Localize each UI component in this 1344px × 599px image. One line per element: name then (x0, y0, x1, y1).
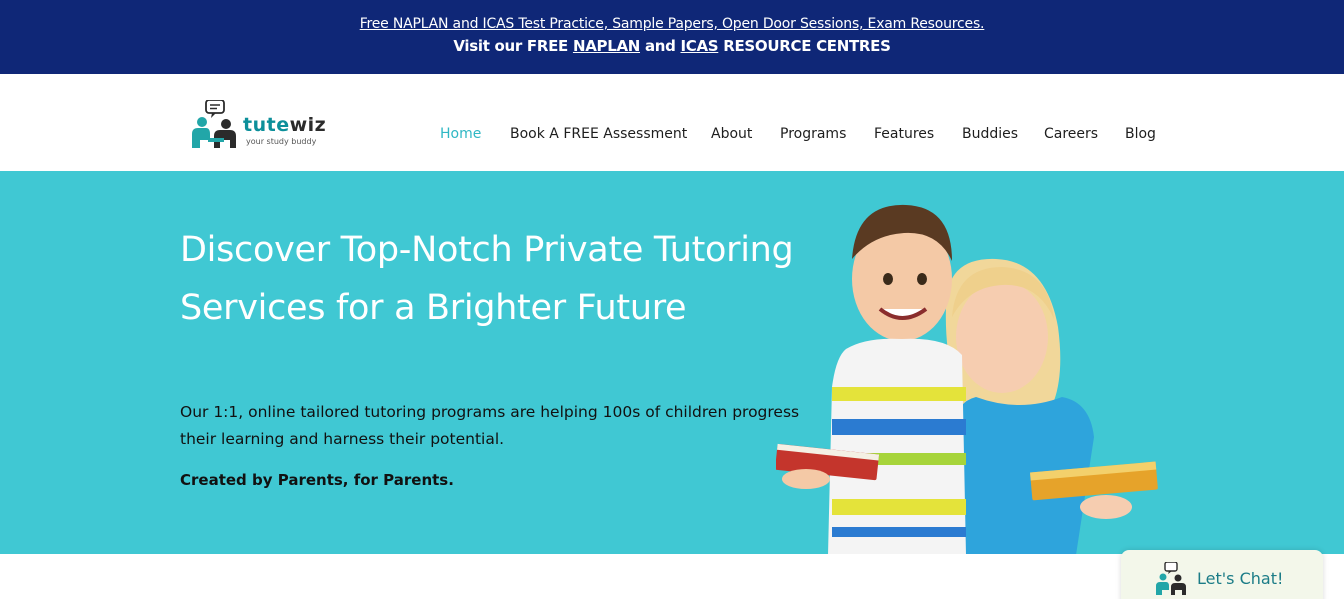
hero-section: Discover Top-Notch Private Tutoring Serv… (0, 171, 1344, 554)
brand-part1: tute (243, 114, 290, 136)
banner-resources-link[interactable]: Free NAPLAN and ICAS Test Practice, Samp… (0, 16, 1344, 32)
chat-widget[interactable]: Let's Chat! (1121, 550, 1323, 599)
banner-line2-and: and (640, 37, 681, 55)
boy-figure (776, 204, 966, 554)
nav-blog[interactable]: Blog (1125, 126, 1156, 142)
brand-name: tutewiz (243, 114, 326, 136)
children-with-books-image (776, 204, 1158, 554)
brand-tagline: your study buddy (246, 137, 317, 146)
chat-buddy-icon (1156, 562, 1186, 595)
announcement-banner: Free NAPLAN and ICAS Test Practice, Samp… (0, 0, 1344, 74)
banner-resource-centres: Visit our FREE NAPLAN and ICAS RESOURCE … (0, 37, 1344, 55)
site-header: tutewiz your study buddy Home Book A FRE… (0, 74, 1344, 171)
icas-link[interactable]: ICAS (681, 37, 719, 55)
nav-careers[interactable]: Careers (1044, 126, 1098, 142)
chat-label: Let's Chat! (1197, 569, 1284, 588)
banner-line2-suffix: RESOURCE CENTRES (718, 37, 891, 55)
nav-programs[interactable]: Programs (780, 126, 846, 142)
naplan-link[interactable]: NAPLAN (573, 37, 640, 55)
hero-subtext: Our 1:1, online tailored tutoring progra… (180, 403, 800, 448)
tutewiz-logo-icon (192, 100, 236, 148)
hero-heading: Discover Top-Notch Private Tutoring Serv… (180, 230, 794, 328)
nav-book-free-assessment[interactable]: Book A FREE Assessment (510, 126, 687, 142)
logo[interactable]: tutewiz your study buddy (190, 100, 330, 150)
nav-about[interactable]: About (711, 126, 752, 142)
nav-home[interactable]: Home (440, 126, 481, 142)
brand-part2: wiz (289, 114, 327, 136)
hero-tagline: Created by Parents, for Parents. (180, 471, 454, 489)
nav-features[interactable]: Features (874, 126, 934, 142)
girl-figure (945, 258, 1158, 554)
banner-line2-prefix: Visit our FREE (453, 37, 573, 55)
nav-buddies[interactable]: Buddies (962, 126, 1018, 142)
